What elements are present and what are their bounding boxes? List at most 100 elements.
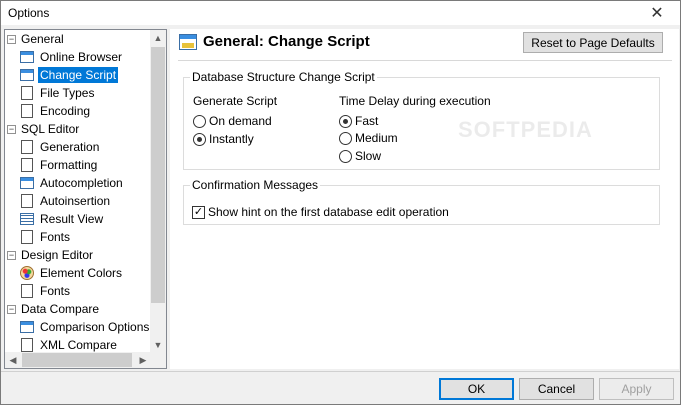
page-header: General: Change Script xyxy=(179,33,370,50)
options-tree[interactable]: − General Online Browser Change Script File … xyxy=(4,29,167,369)
tree-item[interactable]: Generation xyxy=(19,138,101,156)
apply-button[interactable]: Apply xyxy=(599,378,674,400)
tree-item[interactable]: Change Script xyxy=(19,66,119,84)
tree-item[interactable]: − Data Compare xyxy=(7,300,101,318)
tree-item-label: XML Compare xyxy=(40,338,117,352)
xml-document-icon-shape xyxy=(21,338,33,352)
tree-item[interactable]: Comparison Options xyxy=(19,318,151,336)
palette-icon-shape xyxy=(20,266,34,280)
insert-document-icon-shape xyxy=(21,194,33,208)
tree-item[interactable]: Autocompletion xyxy=(19,174,125,192)
tree-vertical-scrollbar[interactable]: ▲ ▼ xyxy=(150,30,166,353)
tree-item[interactable]: Fonts xyxy=(19,228,72,246)
radio-circle xyxy=(339,131,352,145)
radio-fast[interactable]: Fast xyxy=(339,114,378,128)
format-document-icon xyxy=(19,157,35,173)
font-document-icon-shape xyxy=(21,284,33,298)
checkbox-check-icon: ✓ xyxy=(192,205,205,219)
close-button[interactable]: ✕ xyxy=(634,1,680,25)
radio-instantly[interactable]: Instantly xyxy=(193,132,254,146)
db-group-title: Database Structure Change Script xyxy=(190,70,377,84)
window-title: Options xyxy=(8,6,50,20)
scroll-down-icon[interactable]: ▼ xyxy=(150,337,166,353)
tree-item-label: Comparison Options xyxy=(40,320,150,334)
browser-icon xyxy=(19,49,35,65)
tree-item[interactable]: XML Compare xyxy=(19,336,119,353)
tree-item[interactable]: Formatting xyxy=(19,156,99,174)
document-icon xyxy=(19,103,35,119)
tree-item-label: Autocompletion xyxy=(40,176,123,190)
tree-item-label: Change Script xyxy=(38,67,119,83)
tree-item-label: Encoding xyxy=(40,104,91,118)
tree-item[interactable]: Fonts xyxy=(19,282,72,300)
radio-label: Slow xyxy=(355,149,382,163)
radio-medium[interactable]: Medium xyxy=(339,131,398,145)
document-icon-shape xyxy=(21,86,33,100)
tree-item-label: Online Browser xyxy=(40,50,123,64)
radio-label: Medium xyxy=(355,131,398,145)
window-icon-shape xyxy=(20,177,34,189)
grid-icon xyxy=(19,211,35,227)
sql-script-icon xyxy=(19,67,35,83)
tree-items: − General Online Browser Change Script File … xyxy=(5,30,151,353)
gear-document-icon xyxy=(19,139,35,155)
radio-circle xyxy=(193,114,206,128)
tree-item[interactable]: Encoding xyxy=(19,102,92,120)
collapse-icon[interactable]: − xyxy=(7,304,16,314)
tree-item[interactable]: Online Browser xyxy=(19,48,124,66)
tree-item-label: Data Compare xyxy=(21,302,100,316)
radio-label: Instantly xyxy=(209,132,254,146)
reset-defaults-button[interactable]: Reset to Page Defaults xyxy=(523,32,663,53)
footer-divider xyxy=(1,371,680,372)
tree-item[interactable]: − General xyxy=(7,30,66,48)
scroll-corner xyxy=(150,352,166,368)
collapse-icon[interactable]: − xyxy=(7,124,16,134)
scroll-right-icon[interactable]: ▶ xyxy=(135,352,151,368)
tree-item-label: Formatting xyxy=(40,158,98,172)
ok-button[interactable]: OK xyxy=(439,378,514,400)
scroll-left-icon[interactable]: ◀ xyxy=(5,352,21,368)
tree-item-label: Element Colors xyxy=(40,266,123,280)
tree-item-label: Fonts xyxy=(40,284,71,298)
radio-slow[interactable]: Slow xyxy=(339,149,381,163)
sql-script-icon xyxy=(179,33,197,50)
collapse-icon[interactable]: − xyxy=(7,34,16,44)
radio-label: On demand xyxy=(209,114,272,128)
tree-item[interactable]: − Design Editor xyxy=(7,246,95,264)
time-delay-label: Time Delay during execution xyxy=(339,94,491,108)
font-document-icon xyxy=(19,229,35,245)
document-icon-shape xyxy=(21,104,33,118)
tree-item-label: Design Editor xyxy=(21,248,94,262)
tree-item-label: General xyxy=(21,32,64,46)
radio-on-demand[interactable]: On demand xyxy=(193,114,272,128)
font-document-icon-shape xyxy=(21,230,33,244)
tree-item-label: Generation xyxy=(40,140,100,154)
show-hint-checkbox[interactable]: ✓ Show hint on the first database edit o… xyxy=(192,205,449,219)
radio-label: Fast xyxy=(355,114,379,128)
hscroll-thumb[interactable] xyxy=(22,353,132,367)
grid-icon-shape xyxy=(20,213,34,225)
scroll-up-icon[interactable]: ▲ xyxy=(150,30,166,46)
checkbox-label: Show hint on the first database edit ope… xyxy=(208,205,449,219)
options-dialog: Options ✕ − General Online Browser Change S… xyxy=(0,0,681,405)
tree-horizontal-scrollbar[interactable]: ◀ ▶ xyxy=(5,352,151,368)
tree-item[interactable]: Autoinsertion xyxy=(19,192,112,210)
generate-script-label: Generate Script xyxy=(193,94,278,108)
header-divider xyxy=(178,60,672,61)
tree-item[interactable]: Element Colors xyxy=(19,264,124,282)
radio-circle xyxy=(193,132,206,146)
confirm-group-title: Confirmation Messages xyxy=(190,178,321,192)
format-document-icon-shape xyxy=(21,158,33,172)
tree-item[interactable]: Result View xyxy=(19,210,105,228)
settings-page: General: Change Script Reset to Page Def… xyxy=(170,29,679,369)
tree-item-label: Result View xyxy=(40,212,104,226)
tree-item[interactable]: File Types xyxy=(19,84,96,102)
confirmation-messages-group: Confirmation Messages ✓ Show hint on the… xyxy=(183,178,660,225)
collapse-icon[interactable]: − xyxy=(7,250,16,260)
scroll-thumb[interactable] xyxy=(151,47,165,303)
tree-item[interactable]: − SQL Editor xyxy=(7,120,81,138)
radio-circle xyxy=(339,114,352,128)
cancel-button[interactable]: Cancel xyxy=(519,378,594,400)
page-title: General: Change Script xyxy=(203,33,370,50)
db-change-script-group: Database Structure Change Script Generat… xyxy=(183,70,660,170)
